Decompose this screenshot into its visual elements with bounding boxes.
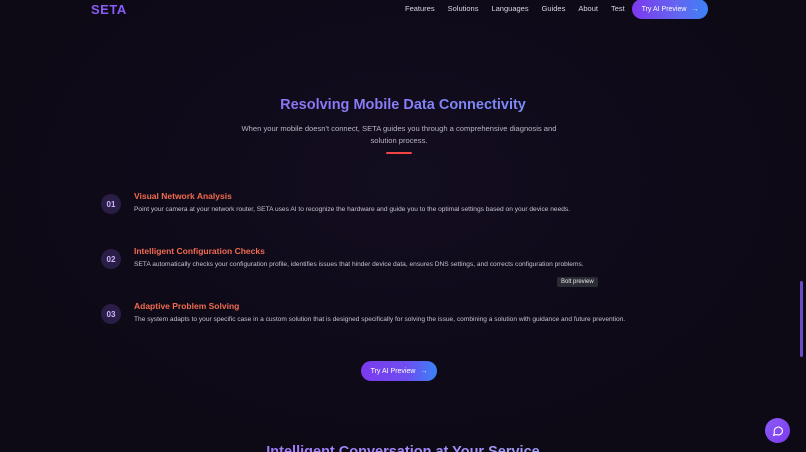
try-ai-preview-button[interactable]: Try AI Preview →: [361, 361, 437, 381]
arrow-right-icon: →: [420, 367, 428, 375]
nav-link-solutions[interactable]: Solutions: [448, 4, 479, 13]
nav-link-test[interactable]: Test: [611, 4, 625, 13]
chat-button[interactable]: [765, 418, 790, 443]
step-number-badge: 03: [101, 304, 121, 324]
nav-links: Features Solutions Languages Guides Abou…: [405, 4, 638, 13]
step-number-badge: 02: [101, 249, 121, 269]
step-number-badge: 01: [101, 194, 121, 214]
navbar: SETA Features Solutions Languages Guides…: [0, 0, 806, 19]
nav-link-languages[interactable]: Languages: [491, 4, 528, 13]
step-title: Adaptive Problem Solving: [134, 301, 240, 311]
nav-link-guides[interactable]: Guides: [542, 4, 566, 13]
nav-link-about[interactable]: About: [578, 4, 598, 13]
nav-cta-label: Try AI Preview: [641, 5, 687, 13]
step-title: Visual Network Analysis: [134, 191, 232, 201]
step-description: The system adapts to your specific case …: [134, 316, 626, 323]
section-description: When your mobile doesn't connect, SETA g…: [241, 124, 557, 145]
nav-link-features[interactable]: Features: [405, 4, 435, 13]
arrow-right-icon: →: [691, 5, 699, 13]
step-description: Point your camera at your network router…: [134, 206, 571, 213]
step-description: SETA automatically checks your configura…: [134, 261, 584, 268]
step-item-3: 03 Adaptive Problem Solving The system a…: [96, 299, 706, 339]
step-title: Intelligent Configuration Checks: [134, 246, 265, 256]
try-ai-preview-nav-button[interactable]: Try AI Preview →: [632, 0, 708, 19]
scrollbar-thumb[interactable]: [800, 281, 803, 357]
page: SETA Features Solutions Languages Guides…: [0, 0, 806, 452]
main-cta-label: Try AI Preview: [370, 367, 416, 375]
logo[interactable]: SETA: [91, 2, 127, 17]
bolt-preview-tooltip: Bolt preview: [557, 277, 598, 287]
section-divider: [386, 152, 412, 154]
section-title: Resolving Mobile Data Connectivity: [0, 97, 806, 113]
step-item-1: 01 Visual Network Analysis Point your ca…: [96, 189, 706, 229]
step-item-2: 02 Intelligent Configuration Checks SETA…: [96, 244, 706, 284]
next-section-title: Intelligent Conversation at Your Service: [0, 444, 806, 452]
chat-bubble-icon: [772, 426, 783, 436]
